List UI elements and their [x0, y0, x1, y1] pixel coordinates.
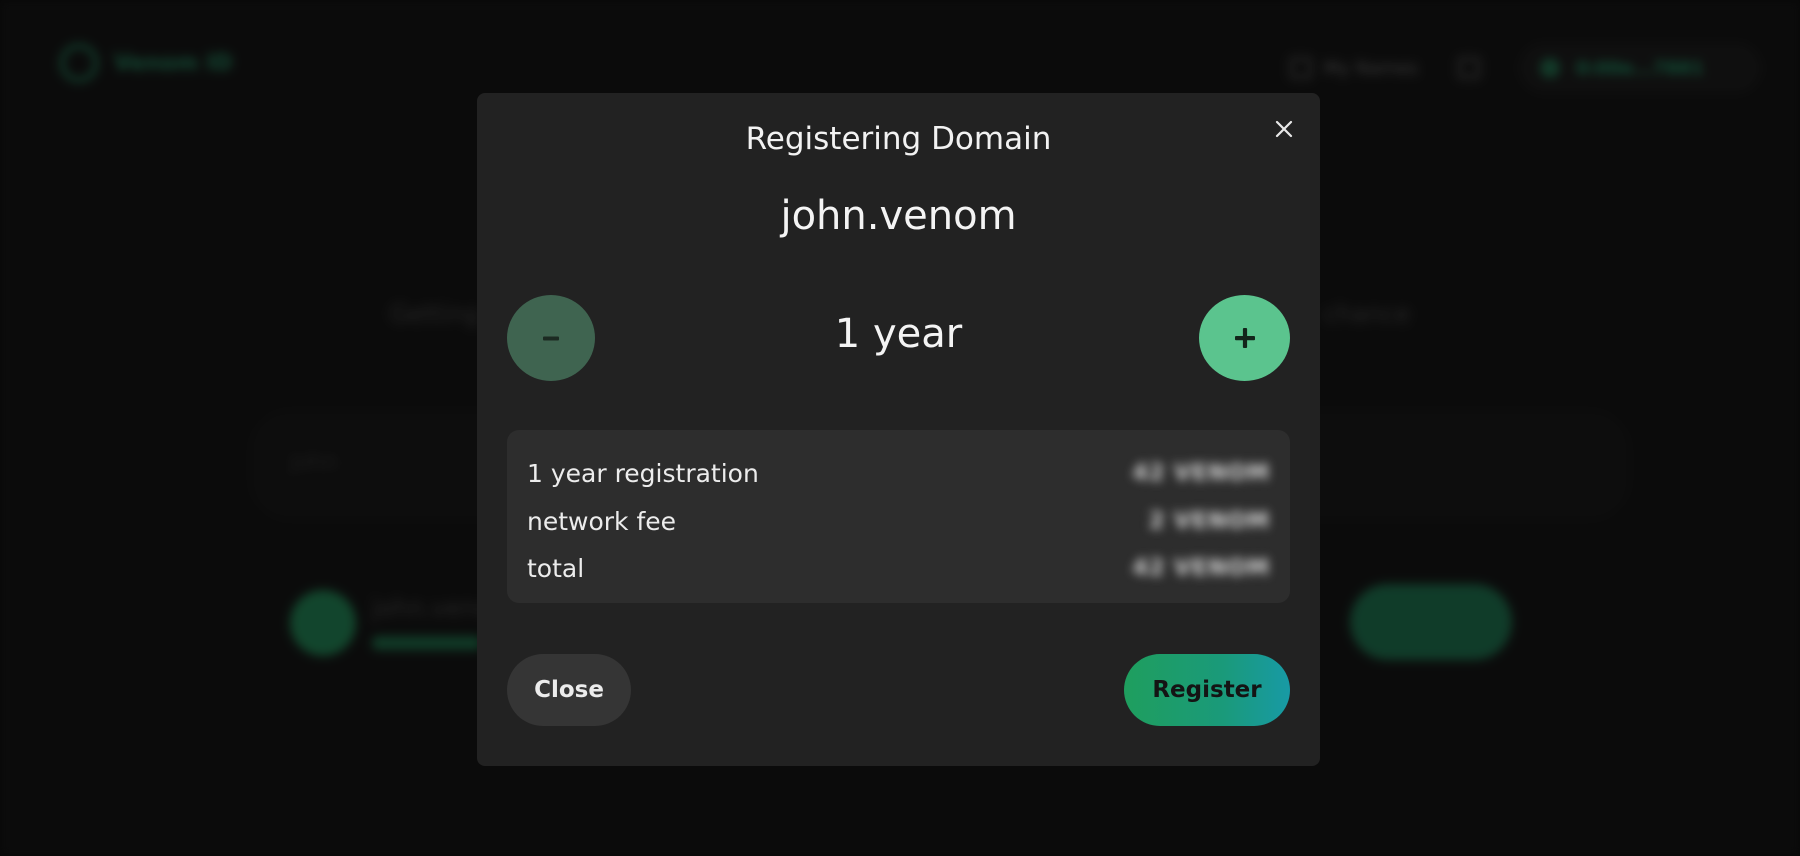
price-summary: 1 year registration 42 VENOM network fee…: [507, 430, 1290, 603]
close-icon[interactable]: [1266, 111, 1302, 147]
summary-label: 1 year registration: [527, 459, 759, 489]
summary-value: 42 VENOM: [1132, 461, 1270, 487]
increase-duration-button[interactable]: [1199, 295, 1290, 381]
summary-row-total: total 42 VENOM: [527, 545, 1270, 593]
summary-row-registration: 1 year registration 42 VENOM: [527, 450, 1270, 498]
modal-title: Registering Domain: [745, 121, 1052, 157]
duration-value: 1 year: [834, 311, 963, 357]
summary-value: 42 VENOM: [1132, 556, 1270, 582]
register-button[interactable]: Register: [1124, 654, 1290, 726]
summary-value: 2 VENOM: [1148, 508, 1270, 534]
plus-icon: [1234, 328, 1255, 348]
close-button[interactable]: Close: [507, 654, 631, 726]
summary-label: total: [527, 554, 585, 584]
domain-name: john.venom: [780, 193, 1017, 239]
register-domain-modal: Registering Domain john.venom 1 year 1 y…: [477, 93, 1320, 766]
summary-label: network fee: [527, 506, 677, 536]
summary-row-network-fee: network fee 2 VENOM: [527, 498, 1270, 546]
